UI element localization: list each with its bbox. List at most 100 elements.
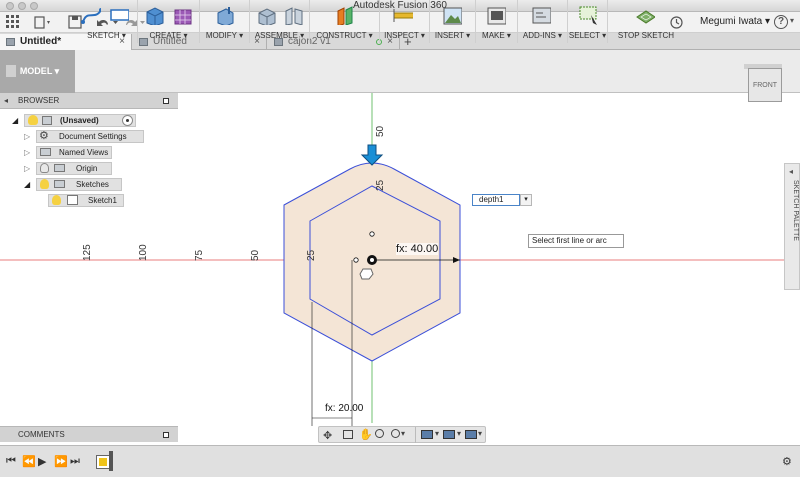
create-sketch-spline-icon [81, 8, 101, 24]
ribbon-label-stop-sketch: STOP SKETCH [617, 31, 675, 40]
ribbon-group-construct[interactable]: CONSTRUCT ▾ [310, 0, 380, 43]
play-icon[interactable]: ▶ [38, 455, 46, 468]
ribbon-group-sketch[interactable]: SKETCH ▾ [76, 0, 138, 43]
ribbon-label-add-ins: ADD-INS ▾ [522, 31, 563, 40]
ribbon-group-make[interactable]: MAKE ▾ [476, 0, 518, 43]
file-menu-icon[interactable] [34, 16, 52, 29]
ribbon-group-add-ins[interactable]: ADD-INS ▾ [518, 0, 568, 43]
workspace-switcher-button[interactable]: MODEL ▾ [0, 50, 75, 93]
active-radio-icon[interactable] [122, 115, 133, 126]
design-document-icon [6, 38, 15, 46]
root-item-label: (Unsaved) [60, 116, 99, 125]
browser-title: BROWSER [18, 96, 60, 105]
expand-triangle-icon[interactable]: ▷ [24, 146, 30, 159]
comments-panel-header[interactable]: COMMENTS [0, 426, 178, 442]
new-component-icon [258, 8, 276, 25]
visibility-bulb-icon[interactable] [40, 163, 49, 173]
browser-item-named-views[interactable]: ▷ Named Views [24, 146, 174, 159]
grid-snaps-icon[interactable] [443, 430, 455, 439]
ribbon-label-sketch: SKETCH ▾ [87, 31, 126, 40]
browser-item-sketches[interactable]: ◢ Sketches [24, 178, 174, 191]
pan-hand-icon[interactable]: ✋ [359, 428, 373, 441]
fit-zoom-icon[interactable] [391, 429, 400, 438]
zoom-icon[interactable] [375, 429, 384, 438]
browser-item-origin[interactable]: ▷ Origin [24, 162, 174, 175]
ribbon-group-select[interactable]: SELECT ▾ [568, 0, 608, 43]
browser-item-sketch1[interactable]: Sketch1 [38, 194, 158, 207]
comments-title: COMMENTS [18, 430, 65, 439]
bottom-dimension-value[interactable]: fx: 20.00 [325, 403, 363, 414]
ribbon-group-modify[interactable]: MODIFY ▾ [200, 0, 250, 43]
go-to-end-icon[interactable]: ⏭ [70, 455, 80, 468]
timeline-settings-gear-icon[interactable]: ⚙ [782, 455, 792, 468]
ribbon-group-assemble[interactable]: ASSEMBLE ▾ [250, 0, 310, 43]
orbit-icon[interactable]: ✥ [323, 429, 332, 442]
grid-chevron-icon[interactable]: ▾ [457, 429, 461, 438]
visibility-bulb-icon[interactable] [40, 179, 49, 189]
ribbon-group-inspect[interactable]: INSPECT ▾ [380, 0, 430, 43]
browser-item-document-settings[interactable]: ▷ ⚙ Document Settings [24, 130, 174, 143]
browser-window-toggle-icon[interactable] [163, 98, 169, 104]
expand-triangle-icon[interactable]: ◢ [24, 178, 30, 191]
expand-palette-icon[interactable]: ◂ [789, 167, 793, 176]
viewports-chevron-icon[interactable]: ▾ [478, 429, 482, 438]
ribbon-group-insert[interactable]: INSERT ▾ [430, 0, 476, 43]
visibility-bulb-icon[interactable] [28, 115, 38, 125]
step-forward-icon[interactable]: ⏩ [54, 455, 68, 468]
visibility-bulb-icon[interactable] [52, 195, 61, 205]
user-account-menu[interactable]: Megumi Iwata ▾ [700, 16, 770, 27]
display-settings-icon[interactable] [421, 430, 433, 439]
extrude-direction-arrow-icon[interactable] [360, 144, 384, 166]
viewports-icon[interactable] [465, 430, 477, 439]
user-name: Megumi Iwata [700, 16, 763, 27]
axis-tick-label: 100 [138, 244, 149, 261]
axis-tick-label: 50 [250, 249, 261, 261]
minimize-window-button[interactable] [18, 2, 26, 10]
comments-add-icon[interactable] [163, 432, 169, 438]
help-menu-chevron-icon[interactable]: ▾ [790, 16, 794, 25]
sketch-icon [67, 195, 78, 205]
workspace-icon [6, 65, 16, 77]
tab-label: Untitled* [20, 36, 62, 47]
close-window-button[interactable] [6, 2, 14, 10]
viewcube[interactable]: FRONT [748, 68, 782, 102]
horizontal-dimension-value[interactable]: fx: 40.00 [396, 243, 439, 255]
data-panel-grid-icon[interactable] [6, 15, 20, 29]
folder-icon [54, 164, 65, 172]
rectangle-sketch-icon [110, 9, 129, 21]
step-back-icon[interactable]: ⏪ [22, 455, 36, 468]
help-button[interactable]: ? [774, 15, 788, 29]
navigation-bar: ✥ ✋ ▾ ▾ ▾ ▾ [318, 426, 486, 443]
depth-dropdown-chevron-icon[interactable]: ▾ [520, 194, 532, 206]
offset-plane-icon [337, 6, 353, 25]
browser-root-item[interactable]: ◢ (Unsaved) [12, 114, 182, 127]
measure-icon [393, 9, 413, 22]
depth-input-field[interactable]: depth1 [472, 194, 520, 206]
go-to-start-icon[interactable]: ⏮ [6, 455, 16, 468]
timeline-marker[interactable] [109, 451, 113, 471]
display-chevron-icon[interactable]: ▾ [435, 429, 439, 438]
expand-triangle-icon[interactable]: ◢ [12, 114, 18, 127]
ribbon-group-create[interactable]: CREATE ▾ [138, 0, 200, 43]
zoom-menu-chevron-icon[interactable]: ▾ [401, 429, 405, 438]
axis-tick-label: 50 [375, 125, 386, 137]
scripts-add-ins-icon [532, 7, 551, 24]
sketch-point[interactable] [369, 231, 375, 237]
expand-triangle-icon[interactable]: ▷ [24, 162, 30, 175]
browser-panel-header[interactable]: ◂ BROWSER [0, 93, 178, 109]
timeline-sketch-feature-icon[interactable] [96, 455, 110, 469]
collapse-browser-icon[interactable]: ◂ [4, 93, 8, 109]
sketch-palette-panel[interactable]: ◂ SKETCH PALETTE [784, 163, 800, 290]
stop-sketch-button[interactable]: STOP SKETCH [608, 0, 684, 43]
gear-icon: ⚙ [39, 130, 49, 142]
ribbon-label-select: SELECT ▾ [568, 31, 607, 40]
look-at-icon[interactable] [343, 430, 353, 439]
3d-print-icon [487, 7, 506, 25]
sketch-point[interactable] [353, 257, 359, 263]
expand-triangle-icon[interactable]: ▷ [24, 130, 30, 143]
ribbon-label-construct: CONSTRUCT ▾ [316, 31, 373, 40]
joint-icon [285, 7, 303, 25]
workspace-label: MODEL ▾ [19, 66, 60, 76]
zoom-window-button[interactable] [30, 2, 38, 10]
extrude-box-icon [146, 7, 164, 25]
